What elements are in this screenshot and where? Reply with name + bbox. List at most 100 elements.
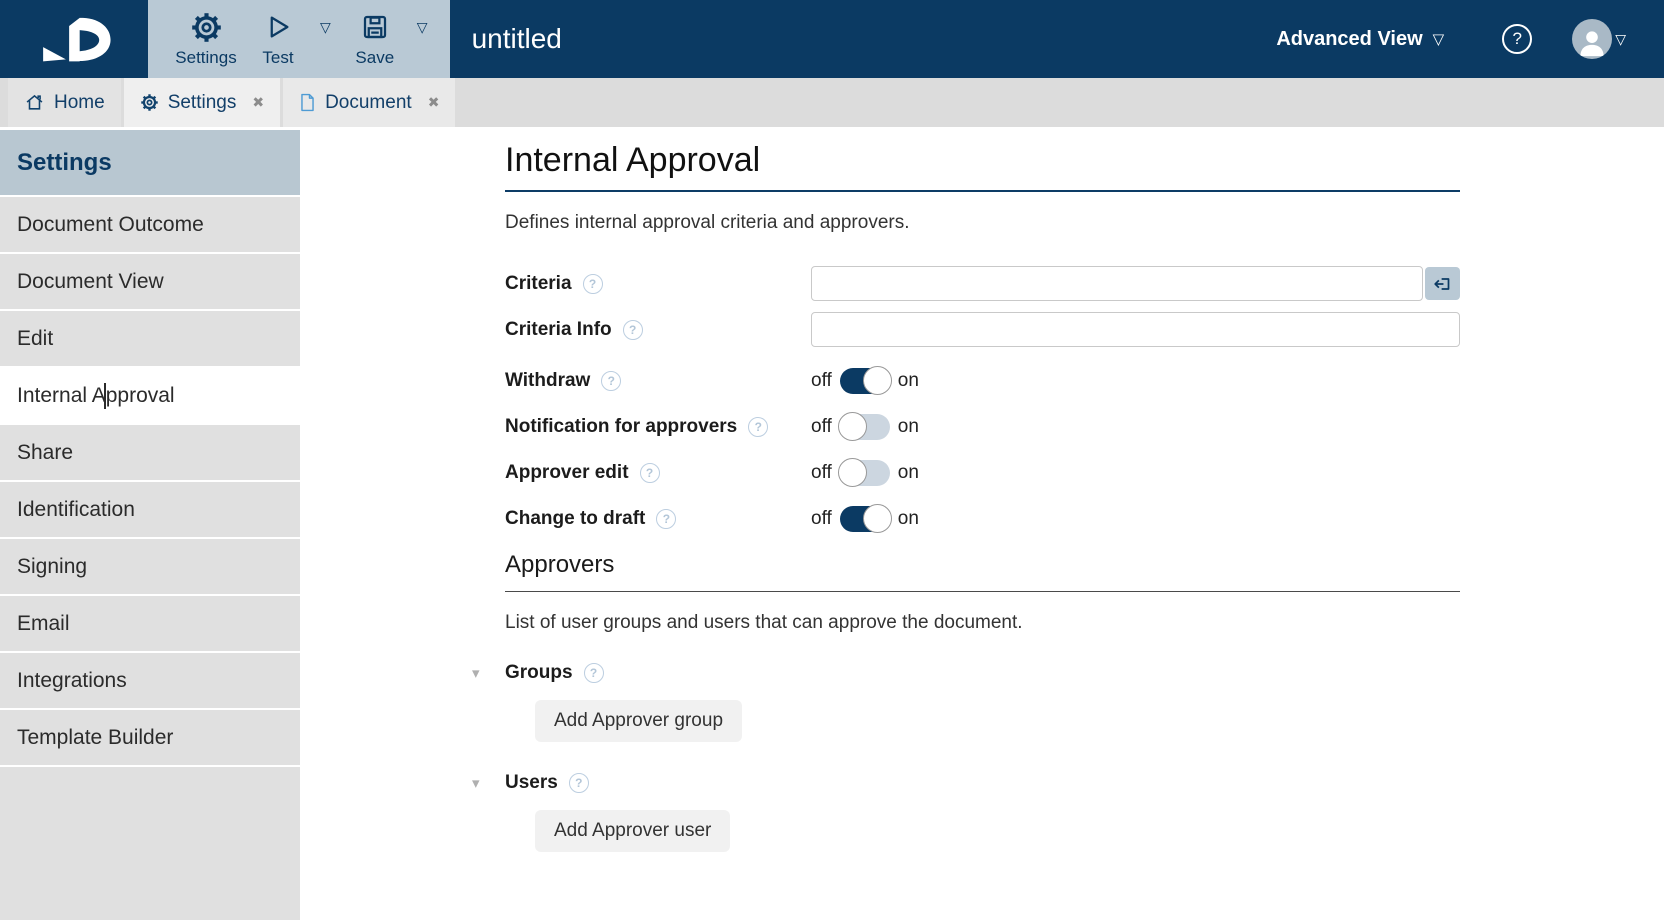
document-title: untitled (472, 23, 562, 55)
users-collapse-icon[interactable]: ▾ (472, 774, 505, 792)
withdraw-label: Withdraw (505, 370, 590, 392)
body: Settings Document Outcome Document View … (0, 127, 1664, 920)
users-row: ▾ Users ? (472, 772, 1460, 794)
main-content: Internal Approval Defines internal appro… (300, 127, 1664, 920)
tab-document-close-icon[interactable]: ✖ (428, 94, 440, 111)
brand-logo-icon (32, 13, 116, 65)
tab-home[interactable]: Home (8, 78, 121, 127)
toggle-off-label: off (811, 370, 832, 392)
toggle-on-label: on (898, 462, 919, 484)
tab-document[interactable]: Document ✖ (283, 78, 455, 127)
approver-edit-hint-icon[interactable]: ? (640, 463, 660, 483)
toggle-knob (838, 412, 867, 441)
toggle-knob (863, 504, 892, 533)
add-approver-user-button[interactable]: Add Approver user (535, 810, 730, 852)
approver-edit-row: Approver edit ? off on (505, 455, 1460, 491)
user-menu-dropdown-icon[interactable]: ▽ (1615, 31, 1626, 48)
sidebar-item-signing[interactable]: Signing (0, 539, 300, 594)
help-icon: ? (1512, 29, 1521, 49)
app-header: Settings Test ▽ Save ▽ untit (0, 0, 1664, 78)
header-right: Advanced View ▽ ? ▽ (1276, 0, 1664, 78)
sidebar-title: Settings (0, 130, 300, 195)
home-icon (24, 92, 45, 113)
notification-toggle[interactable] (840, 414, 890, 440)
criteria-hint-icon[interactable]: ? (583, 274, 603, 294)
sidebar-filler (0, 767, 300, 920)
change-to-draft-hint-icon[interactable]: ? (656, 509, 676, 529)
change-to-draft-toggle[interactable] (840, 506, 890, 532)
toggle-off-label: off (811, 416, 832, 438)
sidebar-item-integrations[interactable]: Integrations (0, 653, 300, 708)
text-caret (104, 383, 106, 409)
sidebar-item-internal-approval[interactable]: Internal Approval (0, 368, 300, 423)
criteria-label: Criteria (505, 273, 572, 295)
save-button-label: Save (355, 48, 394, 68)
toggle-off-label: off (811, 508, 832, 530)
test-dropdown-icon[interactable]: ▽ (320, 19, 331, 36)
user-avatar[interactable] (1572, 19, 1612, 59)
toggle-off-label: off (811, 462, 832, 484)
criteria-insert-button[interactable] (1425, 267, 1460, 300)
sidebar-item-edit[interactable]: Edit (0, 311, 300, 366)
toggle-on-label: on (898, 508, 919, 530)
groups-hint-icon[interactable]: ? (584, 663, 604, 683)
notification-label: Notification for approvers (505, 416, 737, 438)
tab-bar: Home Settings ✖ Document ✖ (0, 78, 1664, 127)
toggle-on-label: on (898, 416, 919, 438)
settings-sidebar: Settings Document Outcome Document View … (0, 127, 300, 920)
settings-button-label: Settings (175, 48, 236, 68)
approver-edit-label: Approver edit (505, 462, 629, 484)
test-button-label: Test (262, 48, 293, 68)
groups-label: Groups (505, 662, 573, 684)
toggle-knob (863, 366, 892, 395)
approvers-section-title: Approvers (505, 551, 1460, 592)
page-title: Internal Approval (505, 141, 1460, 192)
sidebar-item-identification[interactable]: Identification (0, 482, 300, 537)
groups-row: ▾ Groups ? (472, 662, 1460, 684)
tab-settings[interactable]: Settings ✖ (124, 78, 280, 127)
gear-icon (140, 93, 159, 112)
settings-button[interactable]: Settings (170, 9, 242, 68)
criteria-info-row: Criteria Info ? (505, 312, 1460, 347)
play-icon (263, 9, 293, 45)
help-button[interactable]: ? (1502, 24, 1532, 54)
view-mode-selector[interactable]: Advanced View (1276, 28, 1422, 51)
save-dropdown-icon[interactable]: ▽ (417, 19, 428, 36)
withdraw-hint-icon[interactable]: ? (601, 371, 621, 391)
document-icon (299, 93, 316, 112)
view-mode-dropdown-icon[interactable]: ▽ (1433, 30, 1445, 48)
internal-approval-form: Criteria ? (505, 266, 1460, 852)
users-label: Users (505, 772, 558, 794)
criteria-info-input[interactable] (811, 312, 1460, 347)
save-button[interactable]: Save (339, 9, 411, 68)
approver-edit-toggle[interactable] (840, 460, 890, 486)
notification-row: Notification for approvers ? off on (505, 409, 1460, 445)
criteria-input[interactable] (811, 266, 1423, 301)
sidebar-item-document-view[interactable]: Document View (0, 254, 300, 309)
criteria-info-label: Criteria Info (505, 319, 612, 341)
sidebar-item-share[interactable]: Share (0, 425, 300, 480)
withdraw-row: Withdraw ? off on (505, 363, 1460, 399)
withdraw-toggle[interactable] (840, 368, 890, 394)
person-icon (1575, 25, 1609, 59)
toggle-knob (838, 458, 867, 487)
notification-hint-icon[interactable]: ? (748, 417, 768, 437)
groups-collapse-icon[interactable]: ▾ (472, 664, 505, 682)
sidebar-item-email[interactable]: Email (0, 596, 300, 651)
app-logo[interactable] (0, 0, 148, 78)
tab-settings-close-icon[interactable]: ✖ (252, 94, 264, 111)
tab-home-label: Home (54, 92, 105, 114)
sidebar-item-template-builder[interactable]: Template Builder (0, 710, 300, 765)
page-description: Defines internal approval criteria and a… (505, 212, 1460, 234)
add-approver-group-button[interactable]: Add Approver group (535, 700, 742, 742)
test-button[interactable]: Test (242, 9, 314, 68)
sidebar-item-document-outcome[interactable]: Document Outcome (0, 197, 300, 252)
criteria-info-hint-icon[interactable]: ? (623, 320, 643, 340)
insert-reference-icon (1432, 273, 1454, 295)
sidebar-item-label: Internal Approval (17, 384, 175, 408)
toggle-on-label: on (898, 370, 919, 392)
tab-settings-label: Settings (168, 92, 237, 114)
users-hint-icon[interactable]: ? (569, 773, 589, 793)
change-to-draft-label: Change to draft (505, 508, 645, 530)
gear-icon (190, 9, 223, 45)
